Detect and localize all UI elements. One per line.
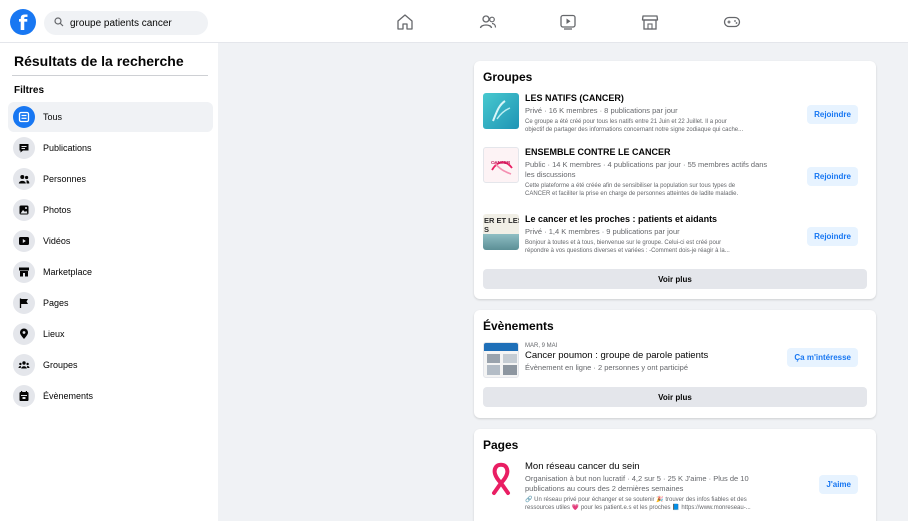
search-icon [54, 14, 64, 32]
filter-groups[interactable]: Groupes [8, 350, 213, 380]
photos-icon [13, 199, 35, 221]
event-result[interactable]: MAR, 9 MAI Cancer poumon : groupe de par… [483, 342, 867, 380]
filter-label: Photos [43, 205, 72, 215]
group-description: Bonjour à toutes et à tous, bienvenue su… [525, 240, 722, 246]
section-title: Évènements [483, 319, 554, 333]
top-navigation-bar: f [0, 0, 908, 43]
join-button[interactable]: Rejoindre [807, 167, 858, 186]
flag-icon [13, 292, 35, 314]
event-thumbnail[interactable] [483, 342, 519, 378]
group-description: Ce groupe a été créé pour tous les natif… [525, 119, 727, 125]
group-meta: les discussions [525, 170, 576, 179]
filter-label: Publications [43, 143, 92, 153]
filter-posts[interactable]: Publications [8, 133, 213, 163]
filter-label: Groupes [43, 360, 78, 370]
page-name[interactable]: Mon réseau cancer du sein [525, 461, 640, 472]
interested-button[interactable]: Ça m'intéresse [787, 348, 858, 367]
group-thumbnail[interactable]: ER ET LES S [483, 214, 519, 250]
page-description: ressources utiles 💗 pour les patient.e.s… [525, 505, 751, 511]
filter-label: Marketplace [43, 267, 93, 277]
filters-label: Filtres [14, 85, 45, 96]
filter-label: Lieux [43, 329, 65, 339]
search-input[interactable] [70, 17, 200, 29]
home-icon[interactable] [395, 12, 415, 32]
facebook-logo[interactable]: f [10, 9, 36, 35]
thumbnail-caption: S [484, 225, 490, 234]
posts-icon [13, 137, 35, 159]
events-section: Évènements MAR, 9 MAI Cancer poumon : gr… [474, 310, 876, 418]
gaming-icon[interactable] [722, 12, 742, 32]
filter-pages[interactable]: Pages [8, 288, 213, 318]
see-more-groups-button[interactable]: Voir plus [483, 269, 867, 289]
pages-section: Pages Mon réseau cancer du sein Organisa… [474, 429, 876, 521]
filter-all[interactable]: Tous [8, 102, 213, 132]
filter-label: Évènements [43, 391, 94, 401]
group-description: Cette plateforme a été créée afin de sen… [525, 183, 736, 189]
videos-icon [13, 230, 35, 252]
thumbnail-caption: CANCER [491, 160, 511, 165]
group-result[interactable]: LES NATIFS (CANCER) Privé · 16 K membres… [483, 93, 867, 135]
filter-marketplace[interactable]: Marketplace [8, 257, 213, 287]
group-thumbnail[interactable] [483, 93, 519, 129]
pink-ribbon-icon[interactable] [483, 461, 519, 497]
group-result[interactable]: CANCER ENSEMBLE CONTRE LE CANCER Public … [483, 147, 867, 205]
search-filters-sidebar: Résultats de la recherche Filtres Tous P… [0, 43, 218, 521]
group-description: CANCER et faciliter la prise en charge d… [525, 191, 739, 197]
group-name[interactable]: ENSEMBLE CONTRE LE CANCER [525, 147, 671, 157]
group-name[interactable]: Le cancer et les proches : patients et a… [525, 214, 717, 224]
groups-icon [13, 354, 35, 376]
groups-section: Groupes LES NATIFS (CANCER) Privé · 16 K… [474, 61, 876, 299]
join-button[interactable]: Rejoindre [807, 105, 858, 124]
divider [12, 75, 208, 76]
filter-photos[interactable]: Photos [8, 195, 213, 225]
watch-icon[interactable] [558, 12, 578, 32]
friends-icon[interactable] [478, 12, 498, 32]
page-description: 🔗 Un réseau privé pour échanger et se so… [525, 497, 747, 503]
filter-events[interactable]: Évènements [8, 381, 213, 411]
calendar-icon [13, 385, 35, 407]
marketplace-icon [13, 261, 35, 283]
group-result[interactable]: ER ET LES S Le cancer et les proches : p… [483, 214, 867, 256]
thumbnail-caption: ER ET LES [484, 216, 519, 225]
filter-people[interactable]: Personnes [8, 164, 213, 194]
group-description: répondre à vos questions diverses et var… [525, 248, 730, 254]
page-result[interactable]: Mon réseau cancer du sein Organisation à… [483, 461, 867, 517]
join-button[interactable]: Rejoindre [807, 227, 858, 246]
filter-places[interactable]: Lieux [8, 319, 213, 349]
group-description: objectif de partager des informations co… [525, 127, 744, 133]
people-icon [13, 168, 35, 190]
all-icon [13, 106, 35, 128]
section-title: Groupes [483, 70, 533, 84]
like-button[interactable]: J'aime [819, 475, 858, 494]
filter-label: Pages [43, 298, 69, 308]
event-name[interactable]: Cancer poumon : groupe de parole patient… [525, 350, 708, 361]
filter-videos[interactable]: Vidéos [8, 226, 213, 256]
group-meta: Privé · 16 K membres · 8 publications pa… [525, 106, 678, 115]
page-meta: publications au cours des 2 dernières se… [525, 484, 684, 493]
group-thumbnail[interactable]: CANCER [483, 147, 519, 183]
group-name[interactable]: LES NATIFS (CANCER) [525, 93, 624, 103]
section-title: Pages [483, 438, 519, 452]
see-more-events-button[interactable]: Voir plus [483, 387, 867, 407]
filter-label: Personnes [43, 174, 87, 184]
filter-label: Vidéos [43, 236, 71, 246]
group-meta: Public · 14 K membres · 4 publications p… [525, 160, 768, 169]
group-meta: Privé · 1,4 K membres · 9 publications p… [525, 227, 680, 236]
sidebar-title: Résultats de la recherche [14, 53, 184, 69]
filter-label: Tous [43, 112, 63, 122]
page-meta: Organisation à but non lucratif · 4,2 su… [525, 474, 749, 483]
marketplace-icon[interactable] [640, 12, 660, 32]
event-meta: Évènement en ligne · 2 personnes y ont p… [525, 363, 689, 372]
location-icon [13, 323, 35, 345]
search-box[interactable] [44, 11, 208, 35]
